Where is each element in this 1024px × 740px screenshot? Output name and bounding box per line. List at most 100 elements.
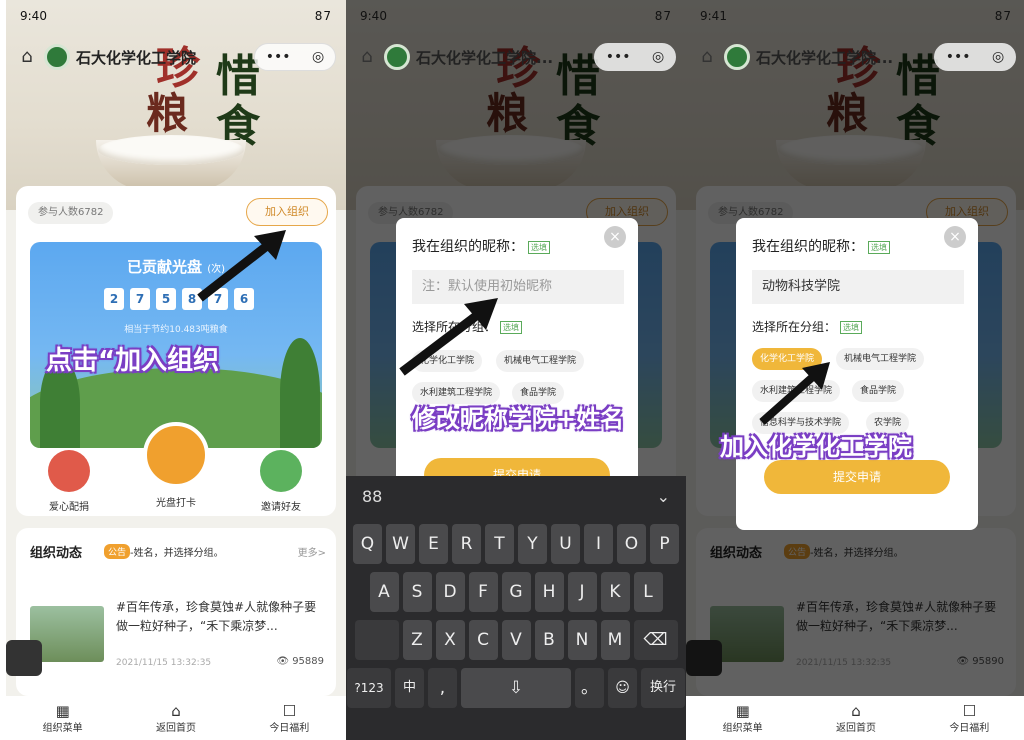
key[interactable]: D <box>435 572 465 612</box>
close-target-icon[interactable]: ◎ <box>992 49 1004 65</box>
key[interactable]: G <box>501 572 531 612</box>
gift-icon: ☐ <box>282 701 297 720</box>
key[interactable]: Z <box>402 620 432 660</box>
group-chip[interactable]: 机械电气工程学院 <box>496 350 585 372</box>
gift-icon: ☐ <box>962 701 977 720</box>
key[interactable]: N <box>567 620 597 660</box>
group-chip[interactable]: 食品学院 <box>852 380 905 402</box>
participant-count: 参与人数6782 <box>28 202 114 224</box>
tab-welfare[interactable]: ☐ 今日福利 <box>249 703 329 734</box>
invite-button[interactable]: 邀请好友 <box>246 450 316 513</box>
keyboard-menu-icon[interactable]: 88 <box>362 487 382 506</box>
mini-program-capsule[interactable]: ••• ◎ <box>934 43 1016 71</box>
news-date: 2021/11/15 13:32:35 <box>116 658 212 668</box>
group-chip[interactable]: 水利建筑工程学院 <box>412 382 501 404</box>
key[interactable]: O <box>617 524 646 564</box>
key[interactable]: R <box>452 524 481 564</box>
tab-bar: ▦ 组织菜单 ⌂ 返回首页 ☐ 今日福利 <box>686 696 1024 740</box>
close-icon[interactable]: × <box>604 226 626 248</box>
enter-key[interactable]: 换行 <box>641 668 685 708</box>
instruction-annotation: 加入化学化工学院 <box>720 433 912 461</box>
user-icon <box>260 450 302 492</box>
more-link[interactable]: 更多> <box>298 544 326 559</box>
tab-label: 今日福利 <box>269 722 310 734</box>
key[interactable]: I <box>584 524 613 564</box>
key[interactable]: F <box>468 572 498 612</box>
emoji-key[interactable]: ☺ <box>608 668 637 708</box>
key[interactable]: W <box>386 524 415 564</box>
counter-digit: 2 <box>104 288 124 310</box>
floating-button[interactable] <box>6 640 42 676</box>
tab-org-menu[interactable]: ▦ 组织菜单 <box>23 703 103 734</box>
key[interactable]: C <box>468 620 498 660</box>
group-label: 选择所在分组： 选填 <box>752 318 863 335</box>
rice-image <box>98 135 244 165</box>
tab-home[interactable]: ⌂ 返回首页 <box>136 703 216 734</box>
optional-badge: 选填 <box>840 321 863 334</box>
key[interactable]: M <box>600 620 630 660</box>
mini-program-capsule[interactable]: ••• ◎ <box>594 43 676 71</box>
key[interactable]: E <box>419 524 448 564</box>
close-target-icon[interactable]: ◎ <box>312 49 324 65</box>
nickname-input[interactable]: 动物科技学院 <box>752 270 964 304</box>
tab-welfare[interactable]: ☐ 今日福利 <box>929 703 1009 734</box>
more-icon[interactable]: ••• <box>946 49 971 65</box>
news-header: 组织动态 <box>30 546 83 561</box>
group-chip[interactable]: 机械电气工程学院 <box>836 348 925 370</box>
group-chip[interactable]: 食品学院 <box>512 382 565 404</box>
number-key[interactable]: ?123 <box>347 668 391 708</box>
join-org-button[interactable]: 加入组织 <box>246 198 328 226</box>
key[interactable]: Y <box>518 524 547 564</box>
home-icon[interactable]: ⌂ <box>356 46 378 68</box>
logo <box>384 44 410 70</box>
key[interactable]: X <box>435 620 465 660</box>
status-bar: 9:40 87 <box>6 0 346 36</box>
key[interactable]: H <box>534 572 564 612</box>
key[interactable]: J <box>567 572 597 612</box>
tab-org-menu[interactable]: ▦ 组织菜单 <box>703 703 783 734</box>
nav-bar: ⌂ 石大化学化工学院... ••• ◎ <box>686 38 1024 76</box>
status-battery: 87 <box>994 9 1012 23</box>
screen-2: 珍 惜 粮 食 参与人数6782 加入组织 9:40 87 ⌂ 石大化学化工学院… <box>346 0 686 740</box>
keyboard: 88 ⌄ Q W E R T Y U I O P A S D F G H J K… <box>346 476 686 740</box>
close-target-icon[interactable]: ◎ <box>652 49 664 65</box>
language-key[interactable]: 中 <box>395 668 424 708</box>
donate-button[interactable]: 爱心配捐 <box>34 450 104 513</box>
key[interactable]: A <box>369 572 399 612</box>
key-row: A S D F G H J K L <box>346 572 686 612</box>
backspace-key[interactable]: ⌫ <box>633 620 678 660</box>
group-chip[interactable]: 农学院 <box>866 412 910 434</box>
key[interactable]: K <box>600 572 630 612</box>
close-icon[interactable]: × <box>944 226 966 248</box>
submit-button[interactable]: 提交申请 <box>764 460 950 494</box>
mini-program-capsule[interactable]: ••• ◎ <box>254 43 336 71</box>
key[interactable]: B <box>534 620 564 660</box>
more-icon[interactable]: ••• <box>606 49 631 65</box>
comma-key[interactable]: , <box>428 668 457 708</box>
key[interactable]: Q <box>353 524 382 564</box>
key[interactable]: V <box>501 620 531 660</box>
period-key[interactable]: 。 <box>575 668 604 708</box>
home-icon[interactable]: ⌂ <box>16 46 38 68</box>
checkin-button[interactable]: 光盘打卡 <box>138 422 214 509</box>
arrow-annotation <box>197 230 286 302</box>
more-icon[interactable]: ••• <box>266 49 291 65</box>
home-icon[interactable]: ⌂ <box>696 46 718 68</box>
space-key[interactable]: ⇩ <box>461 668 571 708</box>
tab-home[interactable]: ⌂ 返回首页 <box>816 703 896 734</box>
plant-illustration <box>280 338 320 448</box>
instruction-annotation: 修改昵称学院+姓名 <box>411 405 625 433</box>
grid-icon: ▦ <box>735 701 750 720</box>
news-body[interactable]: #百年传承，珍食莫蚀#人就像种子要做一粒好种子，“禾下乘凉梦... <box>116 598 326 636</box>
status-time: 9:40 <box>360 9 387 23</box>
status-bar: 9:41 87 <box>686 0 1024 36</box>
key[interactable]: T <box>485 524 514 564</box>
keyboard-collapse-icon[interactable]: ⌄ <box>657 487 670 506</box>
shift-key[interactable] <box>354 620 399 660</box>
key[interactable]: S <box>402 572 432 612</box>
key[interactable]: P <box>650 524 679 564</box>
notice-snippet[interactable]: -姓名，并选择分组。 <box>130 544 224 559</box>
key[interactable]: U <box>551 524 580 564</box>
key[interactable]: L <box>633 572 663 612</box>
optional-badge: 选填 <box>528 240 550 254</box>
